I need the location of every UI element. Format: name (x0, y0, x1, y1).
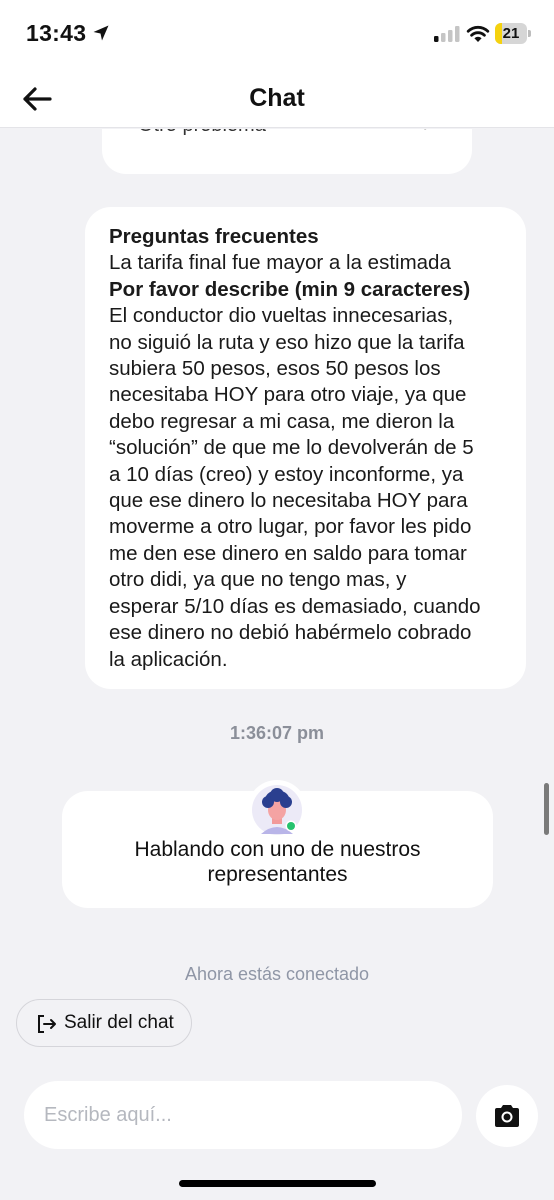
status-bar: 13:43 21 (0, 0, 554, 70)
message-line: “solución” de que me lo devolverán de 5 (109, 436, 474, 460)
wifi-icon (466, 25, 490, 42)
camera-icon (495, 1105, 519, 1127)
message-line: subiera 50 pesos, esos 50 pesos los (109, 357, 441, 381)
battery-cap (528, 30, 531, 37)
message-line: necesitaba HOY para otro viaje, ya que (109, 383, 467, 407)
battery-icon: 21 (495, 23, 531, 44)
previous-option-card[interactable]: Otro problema › (102, 129, 472, 174)
message-line: El conductor dio vueltas innecesarias, (109, 304, 454, 328)
battery-level: 21 (502, 25, 520, 42)
message-timestamp: 1:36:07 pm (229, 723, 325, 743)
scrollbar[interactable] (544, 783, 549, 835)
page-title: Chat (249, 84, 305, 112)
chat-header: Chat (0, 70, 554, 128)
camera-button[interactable] (476, 1085, 538, 1147)
message-composer (0, 1062, 554, 1200)
leave-chat-label: Salir del chat (64, 1012, 174, 1033)
message-line: a 10 días (creo) y estoy inconforme, ya (109, 462, 464, 486)
connection-status: Ahora estás conectado (184, 964, 370, 984)
category-label: Preguntas frecuentes (109, 225, 319, 248)
message-line: debo regresar a mi casa, me dieron la (109, 409, 455, 433)
status-time: 13:43 (26, 20, 87, 46)
location-arrow-icon (93, 25, 109, 41)
prompt-label: Por favor describe (min 9 caracteres) (109, 277, 471, 301)
message-line: la aplicación. (109, 647, 228, 671)
agent-avatar-icon (247, 780, 307, 840)
message-line: no siguió la ruta y eso hizo que la tari… (109, 330, 465, 354)
user-message-bubble: Preguntas frecuentes La tarifa final fue… (85, 207, 526, 689)
message-line: me den ese dinero en saldo para tomar (109, 541, 467, 565)
option-label: Otro problema (138, 129, 266, 137)
home-indicator (179, 1180, 376, 1187)
leave-chat-button[interactable]: Salir del chat (16, 999, 192, 1047)
battery-body: 21 (495, 23, 527, 44)
message-line: moverme a otro lugar, por favor les pido (109, 515, 472, 539)
issue-text: La tarifa final fue mayor a la estimada (109, 251, 451, 275)
chevron-right-icon: › (423, 129, 430, 137)
online-status-dot (287, 822, 295, 830)
message-line: esperar 5/10 días es demasiado, cuando (109, 594, 481, 618)
message-input[interactable] (24, 1081, 462, 1149)
cellular-signal-icon (434, 26, 460, 42)
chat-messages[interactable]: Otro problema › Preguntas frecuentes La … (0, 129, 554, 1064)
exit-icon (38, 1015, 56, 1033)
message-line: ese dinero no debió habérmelo cobrado (109, 621, 472, 645)
message-line: otro didi, ya que no tengo mas, y (109, 568, 407, 592)
message-line: que ese dinero lo necesitaba HOY para (109, 489, 468, 513)
agent-status-text: Hablando con uno de nuestros representan… (134, 838, 421, 886)
